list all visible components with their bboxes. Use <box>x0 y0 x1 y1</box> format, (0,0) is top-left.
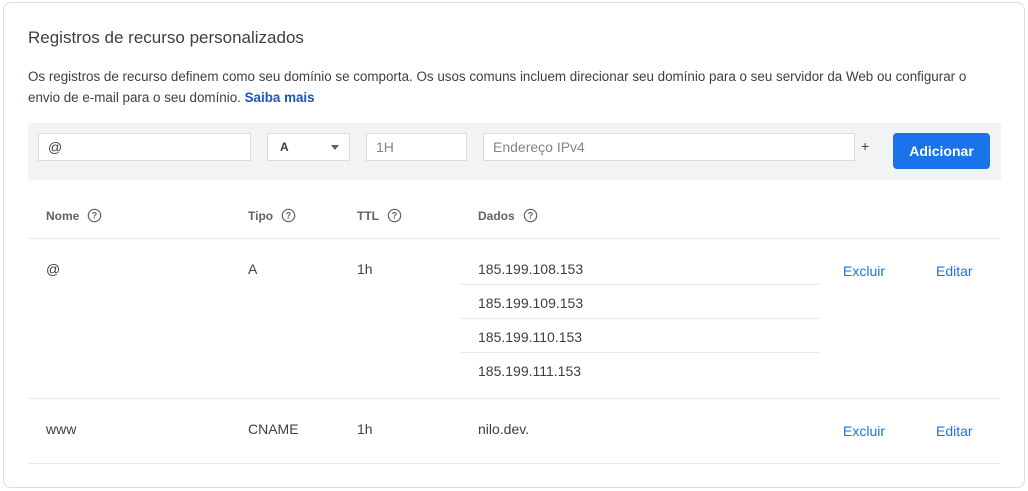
chevron-down-icon <box>331 145 339 150</box>
delete-button[interactable]: Excluir <box>843 263 885 279</box>
header-ttl: TTL ? <box>357 208 402 223</box>
add-data-field-button[interactable]: + <box>861 138 869 154</box>
record-type-value: A <box>280 140 289 154</box>
header-type: Tipo ? <box>248 208 296 223</box>
row-name: www <box>46 421 77 437</box>
ttl-input[interactable] <box>366 133 467 161</box>
data-divider <box>460 284 820 285</box>
header-name: Nome ? <box>46 208 102 223</box>
delete-button[interactable]: Excluir <box>843 423 885 439</box>
row-data-value: 185.199.111.153 <box>478 363 582 379</box>
row-divider <box>28 463 1000 464</box>
svg-text:?: ? <box>392 211 397 221</box>
svg-text:?: ? <box>92 211 97 221</box>
header-divider <box>28 238 1000 239</box>
row-data-value: 185.199.110.153 <box>478 329 583 345</box>
data-input[interactable] <box>483 133 855 161</box>
help-icon[interactable]: ? <box>87 208 102 223</box>
edit-button[interactable]: Editar <box>936 263 973 279</box>
svg-text:?: ? <box>286 211 291 221</box>
description-text: Os registros de recurso definem como seu… <box>28 69 967 105</box>
row-type: CNAME <box>248 421 299 437</box>
data-divider <box>460 318 820 319</box>
row-type: A <box>248 261 258 277</box>
help-icon[interactable]: ? <box>281 208 296 223</box>
edit-button[interactable]: Editar <box>936 423 973 439</box>
header-data-label: Dados <box>478 208 515 223</box>
row-data-value: 185.199.108.153 <box>478 261 584 277</box>
learn-more-link[interactable]: Saiba mais <box>245 90 315 105</box>
row-divider <box>28 398 1000 399</box>
record-name-input[interactable] <box>38 133 251 161</box>
row-ttl: 1h <box>357 421 373 437</box>
svg-text:?: ? <box>527 211 532 221</box>
record-type-select[interactable]: A <box>267 133 350 161</box>
row-data-value: 185.199.109.153 <box>478 295 584 311</box>
row-ttl: 1h <box>357 261 373 277</box>
header-ttl-label: TTL <box>357 208 379 223</box>
section-description: Os registros de recurso definem como seu… <box>28 66 988 108</box>
help-icon[interactable]: ? <box>523 208 538 223</box>
header-name-label: Nome <box>46 208 80 223</box>
help-icon[interactable]: ? <box>387 208 402 223</box>
section-title: Registros de recurso personalizados <box>28 28 304 47</box>
data-divider <box>460 352 820 353</box>
row-name: @ <box>46 261 61 277</box>
add-button[interactable]: Adicionar <box>893 133 990 169</box>
row-data-value: nilo.dev. <box>478 421 530 437</box>
header-data: Dados ? <box>478 208 538 223</box>
header-type-label: Tipo <box>248 208 274 223</box>
add-record-bar: A + Adicionar <box>28 123 1001 180</box>
